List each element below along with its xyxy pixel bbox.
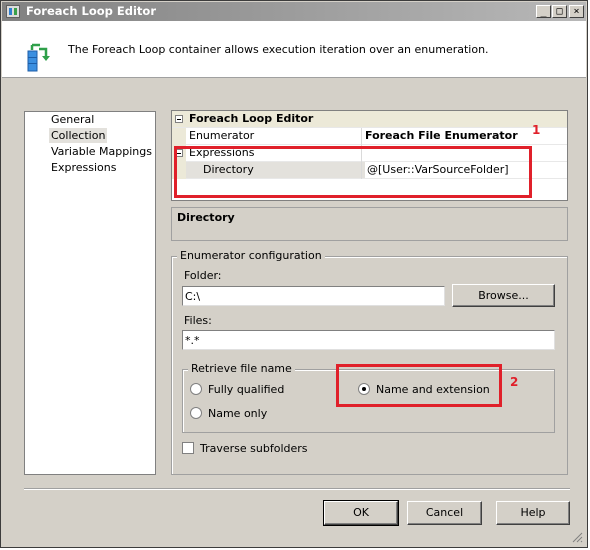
cancel-button[interactable]: Cancel xyxy=(407,501,482,525)
grid-row-name: Enumerator xyxy=(189,129,255,142)
resize-grip-icon[interactable] xyxy=(572,532,583,543)
close-button[interactable]: × xyxy=(569,5,584,18)
grid-category-row[interactable]: Foreach Loop Editor xyxy=(172,111,567,128)
app-icon xyxy=(6,5,20,18)
dialog-header: The Foreach Loop container allows execut… xyxy=(2,21,586,78)
name-only-label[interactable]: Name only xyxy=(208,407,267,420)
footer-separator xyxy=(24,488,570,490)
grid-category-label: Foreach Loop Editor xyxy=(189,112,314,125)
collapse-icon[interactable] xyxy=(175,115,183,123)
nav-item-expressions[interactable]: Expressions xyxy=(49,160,118,175)
window-title: Foreach Loop Editor xyxy=(26,4,156,18)
minimize-button[interactable]: _ xyxy=(536,5,551,18)
title-bar[interactable]: Foreach Loop Editor _ □ × xyxy=(2,2,586,21)
fully-qualified-radio[interactable] xyxy=(190,383,202,395)
files-label: Files: xyxy=(184,314,212,327)
description-title: Directory xyxy=(177,211,235,224)
folder-label: Folder: xyxy=(184,269,222,282)
traverse-subfolders-label[interactable]: Traverse subfolders xyxy=(200,442,308,455)
annotation-box-1 xyxy=(174,146,532,198)
grid-gutter xyxy=(172,128,186,145)
enumerator-configuration-label: Enumerator configuration xyxy=(177,249,325,262)
foreach-loop-icon xyxy=(27,43,50,72)
description-pane: Directory xyxy=(171,207,568,241)
browse-button[interactable]: Browse... xyxy=(452,284,555,307)
grid-row-value[interactable]: Foreach File Enumerator xyxy=(365,128,518,144)
header-description: The Foreach Loop container allows execut… xyxy=(68,43,489,56)
nav-item-variable-mappings[interactable]: Variable Mappings xyxy=(49,144,154,159)
annotation-box-2 xyxy=(336,364,502,407)
nav-item-collection[interactable]: Collection xyxy=(49,128,108,143)
help-button[interactable]: Help xyxy=(496,501,570,525)
maximize-button[interactable]: □ xyxy=(552,5,567,18)
traverse-subfolders-checkbox[interactable] xyxy=(182,442,194,454)
retrieve-file-name-label: Retrieve file name xyxy=(188,362,295,375)
grid-divider xyxy=(361,128,362,145)
annotation-number-1: 1 xyxy=(532,123,541,137)
grid-row-enumerator[interactable]: Enumerator Foreach File Enumerator xyxy=(172,128,567,145)
nav-item-general[interactable]: General xyxy=(49,112,96,127)
ok-button[interactable]: OK xyxy=(323,500,399,526)
foreach-loop-editor-window: Foreach Loop Editor _ □ × The Foreach Lo… xyxy=(0,0,588,548)
annotation-number-2: 2 xyxy=(510,375,519,389)
folder-input[interactable] xyxy=(182,286,445,306)
name-only-radio[interactable] xyxy=(190,407,202,419)
page-list: General Collection Variable Mappings Exp… xyxy=(24,111,156,475)
fully-qualified-label[interactable]: Fully qualified xyxy=(208,383,284,396)
files-input[interactable] xyxy=(182,330,555,350)
